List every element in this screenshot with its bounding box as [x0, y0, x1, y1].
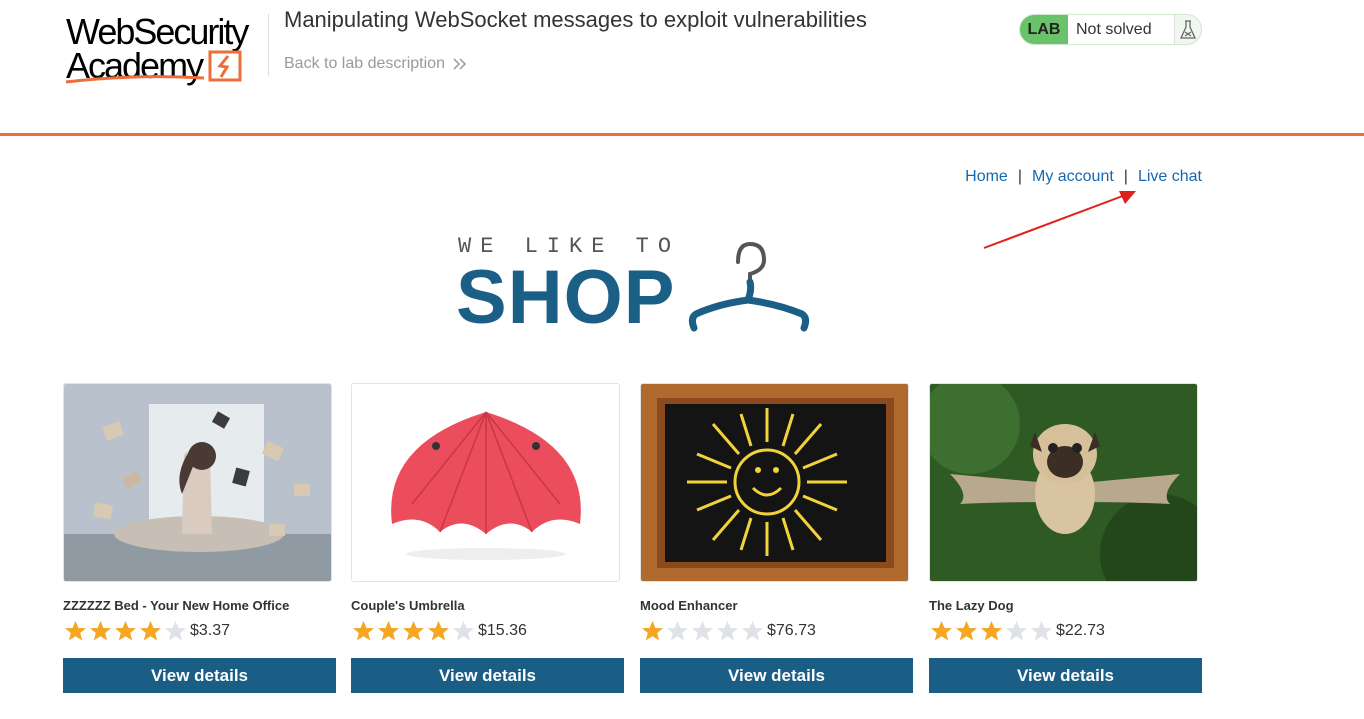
web-security-academy-logo[interactable]: WebSecurity Academy [64, 12, 264, 84]
logo-swoosh-icon [65, 75, 205, 84]
view-details-button[interactable]: View details [929, 658, 1202, 693]
star-empty-icon [667, 621, 688, 641]
star-filled-icon [931, 621, 952, 641]
lab-label: LAB [1020, 15, 1068, 44]
star-filled-icon [353, 621, 374, 641]
view-details-button[interactable]: View details [63, 658, 336, 693]
product-name: The Lazy Dog [929, 598, 1014, 613]
product-image[interactable] [929, 383, 1198, 582]
double-chevron-right-icon [453, 58, 467, 70]
nav-separator: | [1123, 168, 1128, 185]
lab-header: WebSecurity Academy Manipulating WebSock… [0, 0, 1364, 133]
header-divider [268, 14, 269, 76]
star-empty-icon [692, 621, 713, 641]
product-rating: $76.73 [640, 620, 816, 642]
star-empty-icon [1031, 621, 1052, 641]
flying-pug-image-icon [930, 384, 1197, 581]
nav-separator: | [1017, 168, 1022, 185]
star-filled-icon [140, 621, 161, 641]
sun-chalkboard-image-icon [641, 384, 908, 581]
star-empty-icon [453, 621, 474, 641]
flask-icon [1180, 19, 1196, 39]
top-navigation: Home | My account | Live chat [965, 168, 1202, 186]
back-link-label: Back to lab description [284, 55, 445, 72]
product-price: $15.36 [478, 622, 527, 639]
back-to-lab-description-link[interactable]: Back to lab description [284, 55, 467, 73]
product-rating: $3.37 [63, 620, 230, 642]
umbrella-image-icon [352, 384, 619, 581]
flask-icon-container [1174, 15, 1201, 44]
product-image[interactable] [63, 383, 332, 582]
star-filled-icon [956, 621, 977, 641]
star-filled-icon [403, 621, 424, 641]
header-accent-line [0, 133, 1364, 136]
nav-live-chat-link[interactable]: Live chat [1138, 168, 1202, 186]
star-filled-icon [428, 621, 449, 641]
shop-logo-word: SHOP [456, 255, 676, 340]
bed-books-image-icon [64, 384, 331, 581]
product-price: $3.37 [190, 622, 231, 639]
product-image[interactable] [640, 383, 909, 582]
star-filled-icon [90, 621, 111, 641]
coat-hanger-icon [688, 241, 810, 332]
product-image[interactable] [351, 383, 620, 582]
product-price: $22.73 [1056, 622, 1105, 639]
star-rating [351, 620, 476, 642]
nav-home-link[interactable]: Home [965, 168, 1008, 186]
star-filled-icon [65, 621, 86, 641]
product-name: Couple's Umbrella [351, 598, 465, 613]
product-card: Mood Enhancer $76.73 View details [640, 383, 913, 693]
view-details-button[interactable]: View details [640, 658, 913, 693]
product-name: Mood Enhancer [640, 598, 738, 613]
product-card: Couple's Umbrella $15.36 View details [351, 383, 624, 693]
lab-title: Manipulating WebSocket messages to explo… [284, 7, 867, 32]
star-empty-icon [742, 621, 763, 641]
star-rating [640, 620, 765, 642]
we-like-to-shop-logo[interactable]: WE LIKE TO SHOP [456, 234, 816, 340]
product-rating: $15.36 [351, 620, 527, 642]
lab-status-badge: LAB Not solved [1019, 14, 1202, 45]
view-details-button[interactable]: View details [351, 658, 624, 693]
star-filled-icon [115, 621, 136, 641]
product-card: ZZZZZZ Bed - Your New Home Office $3.37 … [63, 383, 336, 693]
star-empty-icon [165, 621, 186, 641]
star-rating [63, 620, 188, 642]
lab-status-text: Not solved [1068, 15, 1174, 44]
product-name: ZZZZZZ Bed - Your New Home Office [63, 598, 290, 613]
product-rating: $22.73 [929, 620, 1105, 642]
star-filled-icon [642, 621, 663, 641]
star-filled-icon [378, 621, 399, 641]
star-empty-icon [717, 621, 738, 641]
product-card: The Lazy Dog $22.73 View details [929, 383, 1202, 693]
star-filled-icon [981, 621, 1002, 641]
star-rating [929, 620, 1054, 642]
annotation-arrow-icon [983, 191, 1136, 249]
star-empty-icon [1006, 621, 1027, 641]
product-price: $76.73 [767, 622, 816, 639]
nav-my-account-link[interactable]: My account [1032, 168, 1114, 186]
